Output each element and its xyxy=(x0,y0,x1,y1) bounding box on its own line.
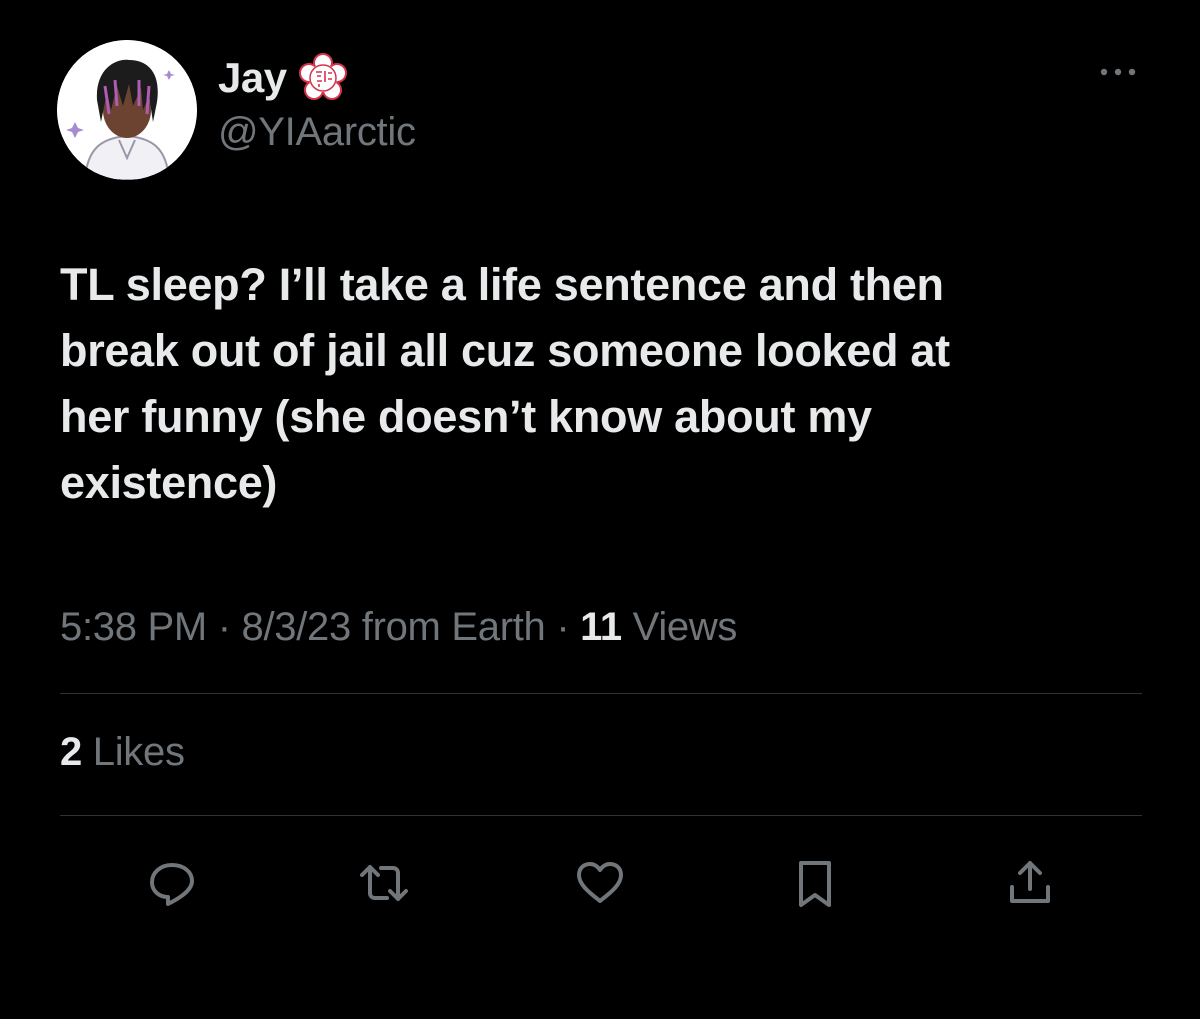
share-icon xyxy=(1010,861,1050,903)
sakura-badge-icon xyxy=(297,52,349,104)
likes-label: Likes xyxy=(81,730,185,774)
likes-stat[interactable]: 2 Likes xyxy=(60,730,185,775)
tweet-meta: 5:38 PM · 8/3/23 from Earth · 11 Views xyxy=(60,605,737,650)
display-name[interactable]: Jay xyxy=(218,54,287,102)
tweet-text: TL sleep? I’ll take a life sentence and … xyxy=(60,259,950,508)
tweet-source: from Earth xyxy=(350,605,546,649)
retweet-icon xyxy=(360,865,408,901)
meta-separator: · xyxy=(545,605,581,649)
tweet-date[interactable]: 8/3/23 xyxy=(242,605,352,649)
avatar-illustration xyxy=(57,40,197,180)
retweet-button[interactable] xyxy=(354,853,414,913)
divider xyxy=(60,815,1142,816)
action-bar xyxy=(0,845,1200,915)
share-button[interactable] xyxy=(1000,853,1060,913)
bookmark-icon xyxy=(799,861,831,907)
author-name-row[interactable]: Jay xyxy=(218,50,349,106)
views-label: Views xyxy=(621,605,738,649)
more-horizontal-icon[interactable] xyxy=(1098,62,1138,82)
divider xyxy=(60,693,1142,694)
bookmark-button[interactable] xyxy=(785,853,845,913)
user-handle[interactable]: @YIAarctic xyxy=(218,110,416,155)
like-button[interactable] xyxy=(570,853,630,913)
meta-separator: · xyxy=(206,605,242,649)
avatar[interactable] xyxy=(57,40,197,180)
reply-icon xyxy=(150,863,194,906)
reply-button[interactable] xyxy=(142,853,202,913)
heart-icon xyxy=(577,862,623,903)
views-count: 11 xyxy=(580,605,622,649)
likes-count: 2 xyxy=(60,730,82,774)
tweet-time[interactable]: 5:38 PM xyxy=(60,605,207,649)
